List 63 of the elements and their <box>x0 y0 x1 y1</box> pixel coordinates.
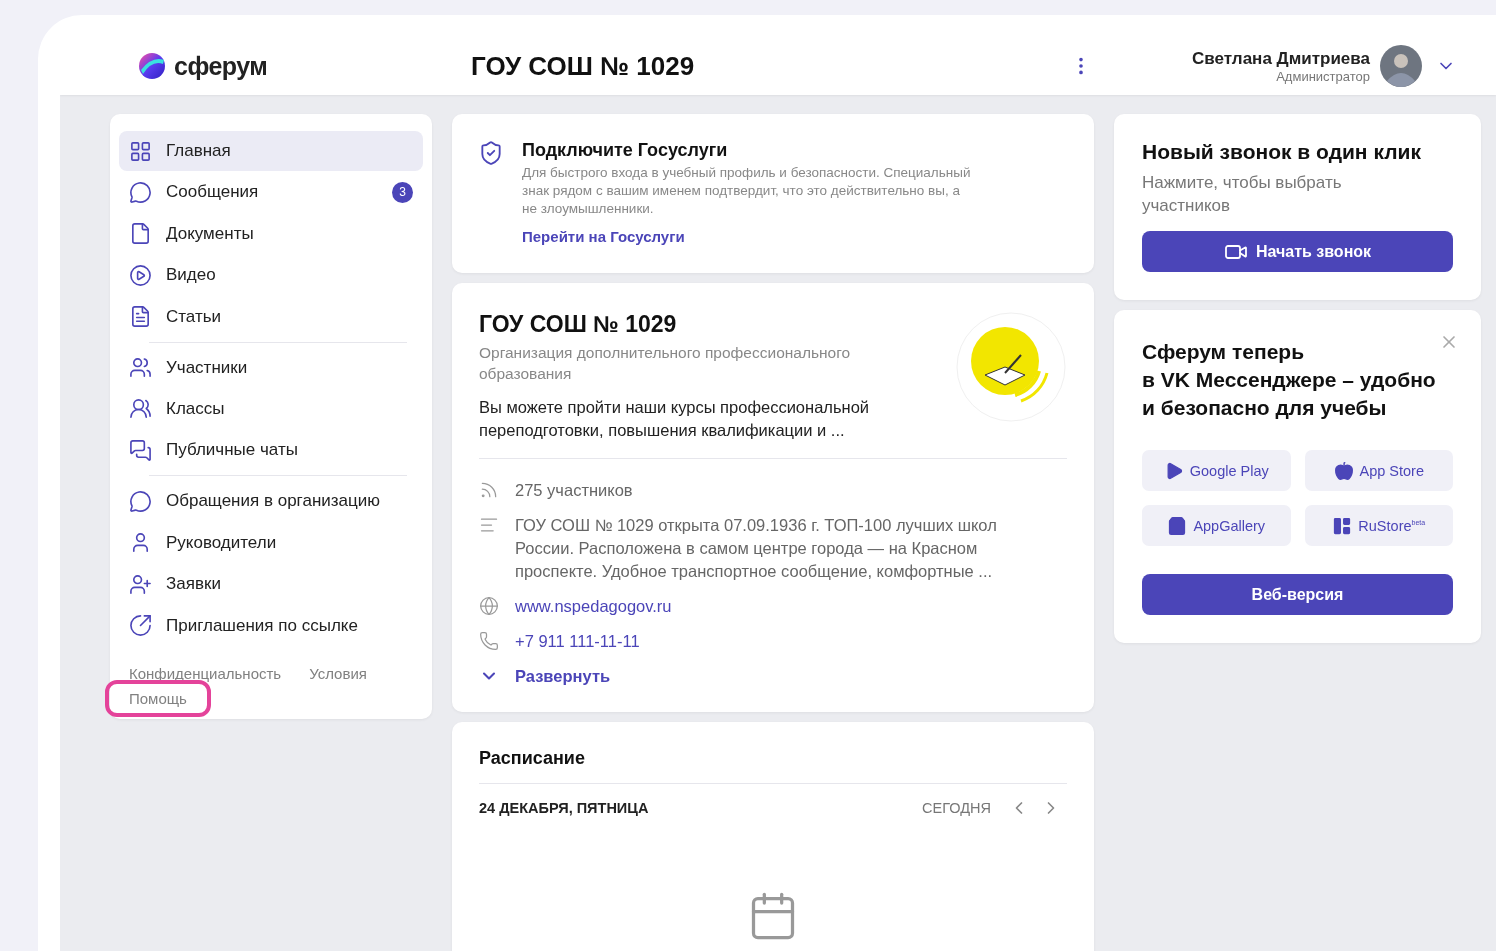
chat-bubble-icon <box>129 489 152 513</box>
detail-text: 275 участников <box>515 480 633 501</box>
arrow-circle-icon <box>129 614 152 637</box>
avatar-icon[interactable] <box>1380 45 1422 87</box>
schedule-title: Расписание <box>479 748 585 768</box>
nav-item[interactable]: Классы <box>119 388 423 429</box>
people-icon <box>129 356 152 380</box>
start-call-button[interactable]: Начать звонок <box>1142 231 1453 272</box>
footer-link[interactable]: Условия <box>309 664 367 682</box>
organization-type: Организация дополнительного профессионального образования <box>479 343 852 384</box>
store-button[interactable]: AppGallery <box>1142 505 1291 546</box>
detail-link[interactable]: Развернуть <box>515 665 611 688</box>
store-button[interactable]: RuStore$^{beta}$ <box>1304 505 1453 546</box>
unread-badge: 3 <box>392 181 413 203</box>
phone-icon <box>479 631 499 651</box>
nav-item[interactable]: Заявки <box>119 564 423 605</box>
signal-icon <box>479 480 499 500</box>
gosuslugi-text: Для быстрого входа в учебный профиль и безопасности. Специальный знак рядом с вашим именем подтвердит, что это действительно вы, а не злоумышленники. <box>522 164 972 218</box>
grid-icon <box>129 139 152 163</box>
footer-link[interactable]: Конфиденциальность <box>129 664 282 682</box>
person-arrow-icon <box>129 572 152 596</box>
detail-text: ГОУ СОШ № 1029 открыта 07.09.1936 г. ТОП-100 лучших школ России. Расположена в самом центре города — на Красном проспекте. Удобное транспортное сообщение, комфортные ... <box>515 515 998 582</box>
nav-item[interactable]: Сообщения 3 <box>119 172 423 213</box>
logo-icon <box>138 52 166 80</box>
nav-item[interactable]: Видео <box>119 255 423 296</box>
web-version-button[interactable]: Веб-версия <box>1142 574 1453 615</box>
organization-title: ГОУ СОШ № 1029 <box>471 50 695 82</box>
user-role: Администратор <box>1276 68 1370 84</box>
apple-icon <box>1333 460 1354 481</box>
organization-logo-icon <box>955 311 1067 423</box>
nav-item[interactable]: Приглашения по ссылке <box>119 605 423 646</box>
detail-link[interactable]: www.nspedagogov.ru <box>515 595 672 618</box>
store-icon <box>1332 515 1353 536</box>
chats-icon <box>129 438 152 462</box>
nav-item[interactable]: Руководители <box>119 522 423 563</box>
logo-text: сферум <box>174 51 268 81</box>
gosuslugi-title: Подключите Госуслуги <box>522 140 729 161</box>
organization-description: Вы можете пройти наши курсы профессиональной переподготовки, повышения квалификации и ... <box>479 397 871 441</box>
nav-item[interactable]: Публичные чаты <box>119 430 423 471</box>
nav-item[interactable]: Обращения в организацию <box>119 481 423 522</box>
store-button[interactable]: App Store <box>1304 450 1453 491</box>
group-icon <box>129 397 152 421</box>
gosuslugi-link[interactable]: Перейти на Госуслуги <box>522 228 972 245</box>
organization-name: ГОУ СОШ № 1029 <box>479 311 678 338</box>
nav-item[interactable]: Участники <box>119 347 423 388</box>
today-link[interactable]: СЕГОДНЯ <box>922 800 991 816</box>
shield-check-icon <box>478 140 504 166</box>
nav-item[interactable]: Статьи <box>119 296 423 337</box>
play-circle-icon <box>129 263 152 287</box>
user-name: Светлана Дмитриева <box>1192 48 1370 69</box>
promo-title: Сферум теперь в VK Мессенджере – удобно и безопасно для учебы <box>1142 339 1437 421</box>
schedule-date: 24 ДЕКАБРЯ, ПЯТНИЦА <box>479 800 650 816</box>
chat-bubble-icon <box>129 180 152 204</box>
call-card-title: Новый звонок в один клик <box>1142 139 1422 165</box>
document-icon <box>129 222 152 246</box>
store-button[interactable]: Google Play <box>1142 450 1291 491</box>
nav-item[interactable]: Главная <box>119 131 423 171</box>
bag-icon <box>1167 515 1188 536</box>
call-card-text: Нажмите, чтобы выбрать участников <box>1142 172 1343 217</box>
detail-link[interactable]: +7 911 111-11-11 <box>515 630 640 653</box>
globe-icon <box>479 596 499 616</box>
article-icon <box>129 305 152 329</box>
nav-item[interactable]: Документы <box>119 213 423 254</box>
